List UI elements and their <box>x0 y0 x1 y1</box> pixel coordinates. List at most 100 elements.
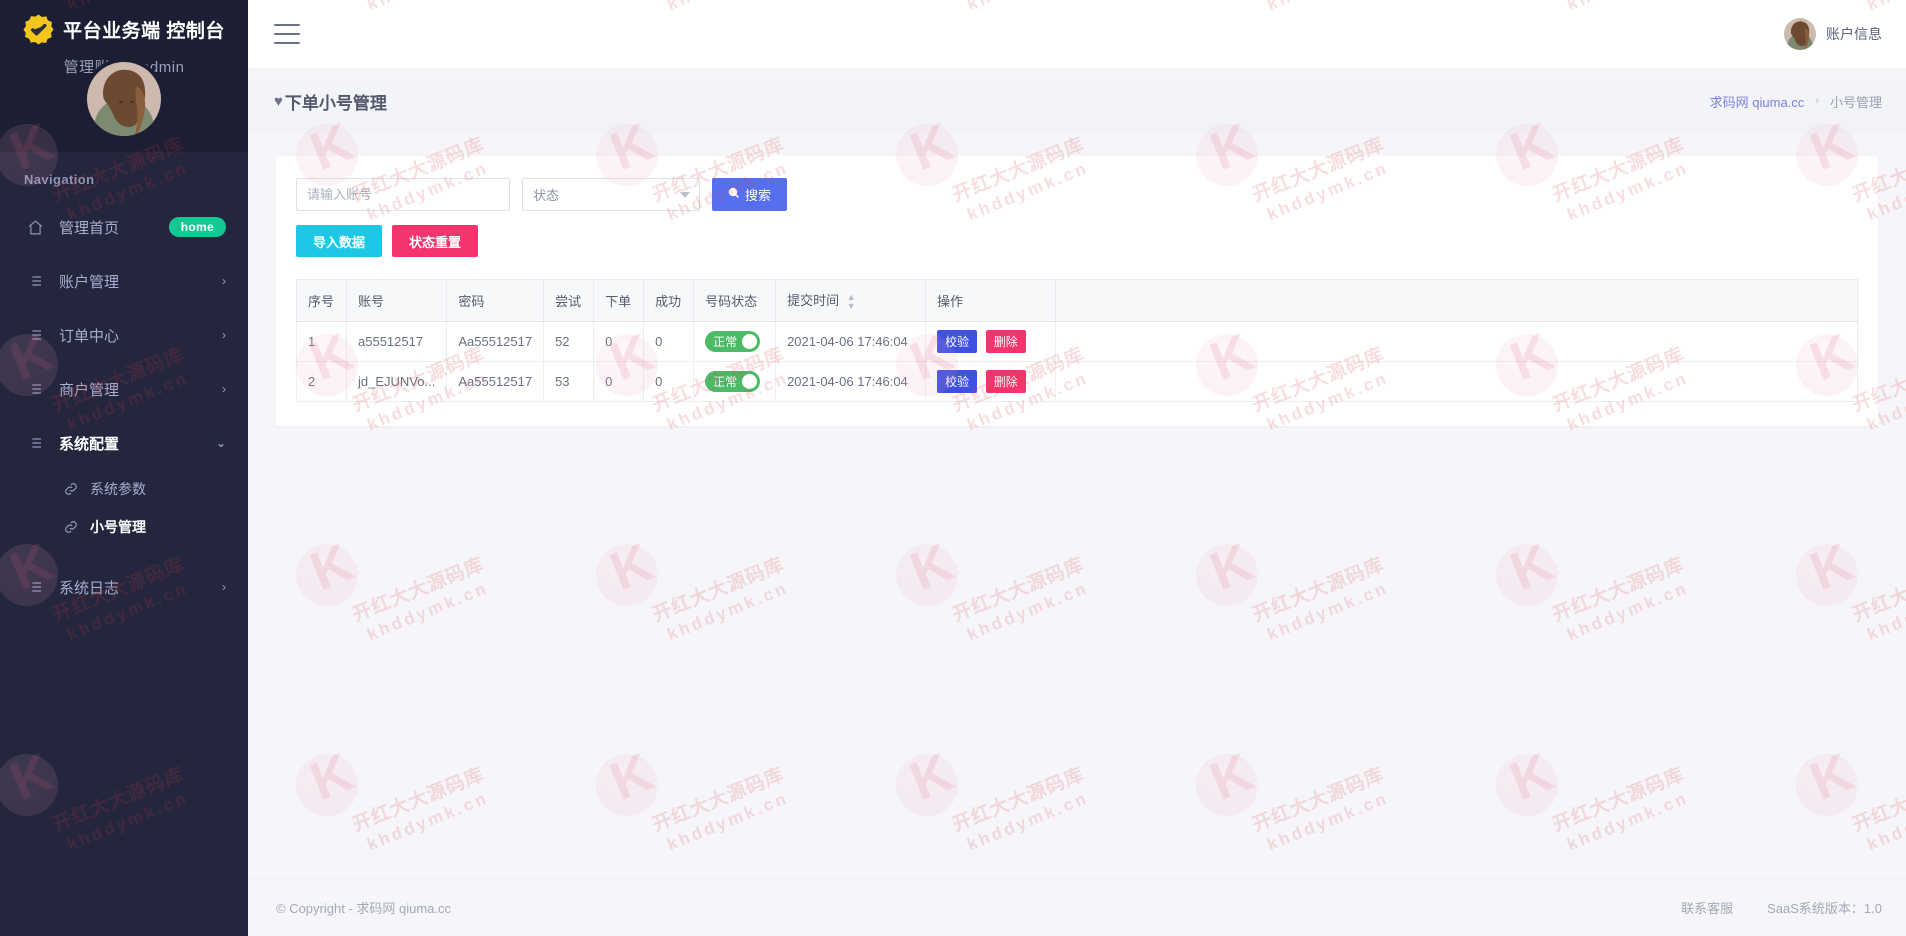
chevron-right-icon: › <box>222 580 226 594</box>
cell-account: a55512517 <box>345 320 448 362</box>
sidebar-badge-home: home <box>168 217 226 237</box>
col-password: 密码 <box>446 279 545 322</box>
footer-right: 联系客服 SaaS系统版本：1.0 <box>1681 898 1882 917</box>
cell-actions: 校验 删除 <box>925 320 1057 362</box>
col-success: 成功 <box>643 279 695 322</box>
sidebar-nav-body: Navigation 管理首页 home 账户管理 › 订单中心 › 商户管理 … <box>0 130 248 936</box>
page-title-text: 下单小号管理 <box>284 93 387 113</box>
chevron-down-icon: ⌄ <box>215 436 226 450</box>
link-icon <box>62 520 80 534</box>
status-reset-button[interactable]: 状态重置 <box>392 225 479 257</box>
chevron-down-icon <box>680 191 690 198</box>
col-submit-time[interactable]: 提交时间 ▲ ▼ <box>775 279 927 322</box>
sidebar-item-label: 商户管理 <box>59 381 120 399</box>
cell-password: Aa55512517 <box>446 360 545 402</box>
cell-status: 正常 <box>693 360 777 402</box>
chevron-right-icon: › <box>222 382 226 396</box>
sidebar-item-system-config[interactable]: 系统配置 ⌄ <box>0 416 248 470</box>
search-button-label: 搜索 <box>745 188 772 203</box>
cell-password: Aa55512517 <box>446 320 545 362</box>
cell-order: 0 <box>593 360 645 402</box>
col-submit-time-label: 提交时间 <box>787 293 840 308</box>
link-icon <box>62 482 80 496</box>
breadcrumb-home-link[interactable]: 求码网 qiuma.cc <box>1710 92 1805 111</box>
contact-support-link[interactable]: 联系客服 <box>1681 898 1733 917</box>
col-index: 序号 <box>296 279 347 322</box>
search-input[interactable] <box>296 178 510 211</box>
list-icon <box>24 273 46 289</box>
col-order: 下单 <box>593 279 645 322</box>
avatar <box>1784 18 1816 50</box>
col-attempt: 尝试 <box>543 279 595 322</box>
toggle-knob <box>742 333 758 349</box>
account-info-label: 账户信息 <box>1826 26 1882 42</box>
avatar-image <box>87 62 161 136</box>
breadcrumb-separator: › <box>1815 95 1819 107</box>
cell-actions: 校验 删除 <box>925 360 1057 402</box>
delete-button[interactable]: 删除 <box>985 369 1026 393</box>
search-button[interactable]: 搜索 <box>712 178 788 211</box>
sidebar-item-label: 系统日志 <box>59 579 120 597</box>
home-icon <box>24 219 46 236</box>
table-header-row: 序号 账号 密码 尝试 下单 成功 号码状态 提交时间 ▲ ▼ 操作 <box>296 279 1858 322</box>
filter-toolbar: 状态 搜索 <box>296 178 1858 211</box>
col-status: 号码状态 <box>693 279 777 322</box>
sidebar-item-merchant[interactable]: 商户管理 › <box>0 362 248 416</box>
sidebar-item-system-log[interactable]: 系统日志 › <box>0 560 248 614</box>
cell-submit-time: 2021-04-06 17:46:04 <box>775 320 927 362</box>
hamburger-icon[interactable] <box>274 24 300 44</box>
cell-attempt: 52 <box>543 320 595 362</box>
chevron-right-icon: › <box>222 328 226 342</box>
logo-icon <box>23 14 54 45</box>
brand-title: 平台业务端 控制台 <box>63 21 225 42</box>
table-row[interactable]: 1 a55512517 Aa55512517 52 0 0 正常 2021-04… <box>296 320 1858 362</box>
sort-icon[interactable]: ▲ ▼ <box>847 292 856 311</box>
footer-copyright: © Copyright - 求码网 qiuma.cc <box>276 901 452 916</box>
status-toggle[interactable]: 正常 <box>705 370 761 392</box>
cell-status: 正常 <box>693 320 777 362</box>
sidebar-avatar[interactable] <box>87 62 161 136</box>
cell-success: 0 <box>643 320 695 362</box>
col-filler <box>1055 279 1858 322</box>
sidebar-item-home[interactable]: 管理首页 home <box>0 200 248 254</box>
status-select-value: 状态 <box>533 188 560 203</box>
status-select[interactable]: 状态 <box>522 178 700 211</box>
avatar-image <box>1784 18 1816 50</box>
account-info-button[interactable]: 账户信息 <box>1784 18 1882 50</box>
cell-account: jd_EJUNVo... <box>345 360 448 402</box>
brand-row[interactable]: 平台业务端 控制台 <box>0 0 248 45</box>
sidebar-subitem-label: 小号管理 <box>90 519 146 535</box>
sidebar-item-label: 系统配置 <box>59 435 120 453</box>
heart-icon: ♥ <box>274 92 283 110</box>
col-account: 账号 <box>345 279 448 322</box>
col-actions: 操作 <box>925 279 1057 322</box>
sidebar-subitem-xiaohao[interactable]: 小号管理 <box>0 508 248 546</box>
sidebar-item-label: 管理首页 <box>59 219 120 237</box>
cell-order: 0 <box>593 320 645 362</box>
table-head: 序号 账号 密码 尝试 下单 成功 号码状态 提交时间 ▲ ▼ 操作 <box>296 279 1858 322</box>
cell-attempt: 53 <box>543 360 595 402</box>
nav-section-label: Navigation <box>24 172 95 187</box>
breadcrumb: 求码网 qiuma.cc › 小号管理 <box>1710 92 1882 111</box>
list-icon <box>24 381 46 397</box>
status-toggle-label: 正常 <box>713 334 738 349</box>
sidebar-subitem-system-params[interactable]: 系统参数 <box>0 470 248 508</box>
sidebar-item-orders[interactable]: 订单中心 › <box>0 308 248 362</box>
verify-button[interactable]: 校验 <box>937 329 978 353</box>
list-icon <box>24 327 46 343</box>
status-toggle-label: 正常 <box>713 374 738 389</box>
delete-button[interactable]: 删除 <box>985 329 1026 353</box>
action-toolbar: 导入数据 状态重置 <box>296 225 1858 257</box>
status-toggle[interactable]: 正常 <box>705 330 761 352</box>
import-data-button[interactable]: 导入数据 <box>296 225 383 257</box>
cell-index: 2 <box>296 360 347 402</box>
verify-button[interactable]: 校验 <box>937 369 978 393</box>
topbar: 账户信息 <box>248 0 1906 68</box>
sidebar: 平台业务端 控制台 管理账号：admin Navigation 管理首页 hom… <box>0 0 248 936</box>
page-title: ♥ 下单小号管理 <box>274 89 387 114</box>
sidebar-item-account[interactable]: 账户管理 › <box>0 254 248 308</box>
toggle-knob <box>742 373 758 389</box>
cell-success: 0 <box>643 360 695 402</box>
cell-index: 1 <box>296 320 347 362</box>
table-row[interactable]: 2 jd_EJUNVo... Aa55512517 53 0 0 正常 2021… <box>296 360 1858 402</box>
